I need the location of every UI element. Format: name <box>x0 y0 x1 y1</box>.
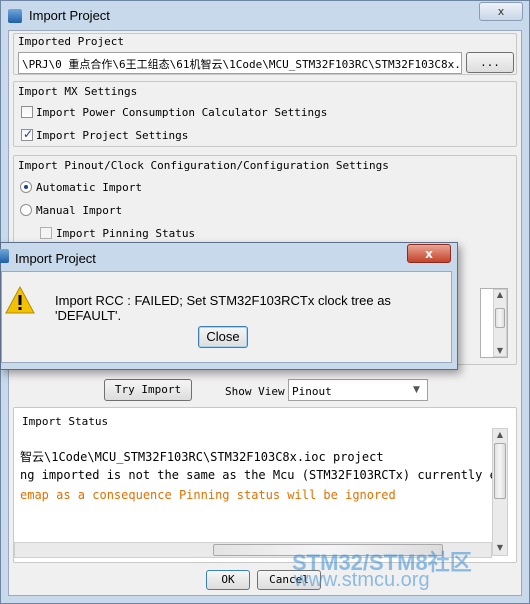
mx-settings-legend: Import MX Settings <box>18 85 138 98</box>
status-line-3: emap as a consequence Pinning status wil… <box>20 488 396 502</box>
status-line-2: ng imported is not the same as the Mcu (… <box>20 468 494 482</box>
pinning-status-label[interactable]: Import Pinning Status <box>56 227 195 240</box>
show-view-value: Pinout <box>292 385 332 398</box>
status-vertical-scrollbar[interactable]: ▲ ▼ <box>492 428 508 556</box>
imported-project-group: Imported Project \PRJ\0 重点合作\6王工组态\61机智云… <box>13 33 517 75</box>
window-titlebar[interactable]: Import Project x <box>1 1 530 31</box>
status-line-1: 智云\1Code\MCU_STM32F103RC\STM32F103C8x.io… <box>20 450 384 464</box>
error-dialog: Import Project x Import RCC : FAILED; Se… <box>0 242 458 370</box>
ok-button[interactable]: OK <box>206 570 250 590</box>
dialog-app-icon <box>0 249 9 263</box>
dialog-close-button[interactable]: Close <box>198 326 248 348</box>
dialog-client-area: Import RCC : FAILED; Set STM32F103RCTx c… <box>1 271 452 363</box>
imported-project-path-field[interactable]: \PRJ\0 重点合作\6王工组态\61机智云\1Code\MCU_STM32F… <box>18 52 462 74</box>
scroll-up-icon[interactable]: ▲ <box>493 430 507 439</box>
manual-import-label[interactable]: Manual Import <box>36 204 122 217</box>
dialog-close-x-button[interactable]: x <box>407 244 451 263</box>
chevron-down-icon[interactable]: ▼ <box>413 385 420 395</box>
pinning-status-checkbox[interactable] <box>40 227 52 239</box>
project-settings-label[interactable]: Import Project Settings <box>36 129 188 142</box>
show-view-label: Show View <box>225 385 285 398</box>
pinout-list-scroll-thumb[interactable] <box>495 308 505 328</box>
pinout-legend: Import Pinout/Clock Configuration/Config… <box>18 159 389 172</box>
mx-settings-group: Import MX Settings Import Power Consumpt… <box>13 81 517 147</box>
dialog-message: Import RCC : FAILED; Set STM32F103RCTx c… <box>55 293 391 323</box>
import-status-legend: Import Status <box>22 415 109 428</box>
try-import-button[interactable]: Try Import <box>104 379 192 401</box>
dialog-title: Import Project <box>15 251 96 266</box>
warning-icon <box>5 285 35 314</box>
pinout-list[interactable]: ▲ ▼ <box>480 288 508 358</box>
window-close-button[interactable]: x <box>479 2 523 21</box>
project-settings-checkbox[interactable] <box>21 127 33 141</box>
show-view-dropdown[interactable]: Pinout ▼ <box>288 379 428 401</box>
automatic-import-label[interactable]: Automatic Import <box>36 181 142 194</box>
scroll-up-icon[interactable]: ▲ <box>494 290 506 299</box>
pinout-list-scrollbar[interactable]: ▲ ▼ <box>493 289 507 357</box>
imported-project-legend: Imported Project <box>18 35 124 48</box>
scroll-down-icon[interactable]: ▼ <box>493 543 507 552</box>
window-title: Import Project <box>29 8 110 23</box>
import-status-log[interactable]: 智云\1Code\MCU_STM32F103RC\STM32F103C8x.io… <box>14 446 494 526</box>
status-vscroll-thumb[interactable] <box>494 443 506 499</box>
watermark-url: www.stmcu.org <box>294 569 430 591</box>
power-calc-checkbox[interactable] <box>21 106 33 118</box>
automatic-import-radio[interactable] <box>20 181 32 193</box>
power-calc-label[interactable]: Import Power Consumption Calculator Sett… <box>36 106 327 119</box>
manual-import-radio[interactable] <box>20 204 32 216</box>
app-icon <box>8 9 22 23</box>
browse-button[interactable]: ... <box>466 52 514 73</box>
import-status-group: Import Status 智云\1Code\MCU_STM32F103RC\S… <box>13 407 517 563</box>
scroll-down-icon[interactable]: ▼ <box>494 346 506 355</box>
